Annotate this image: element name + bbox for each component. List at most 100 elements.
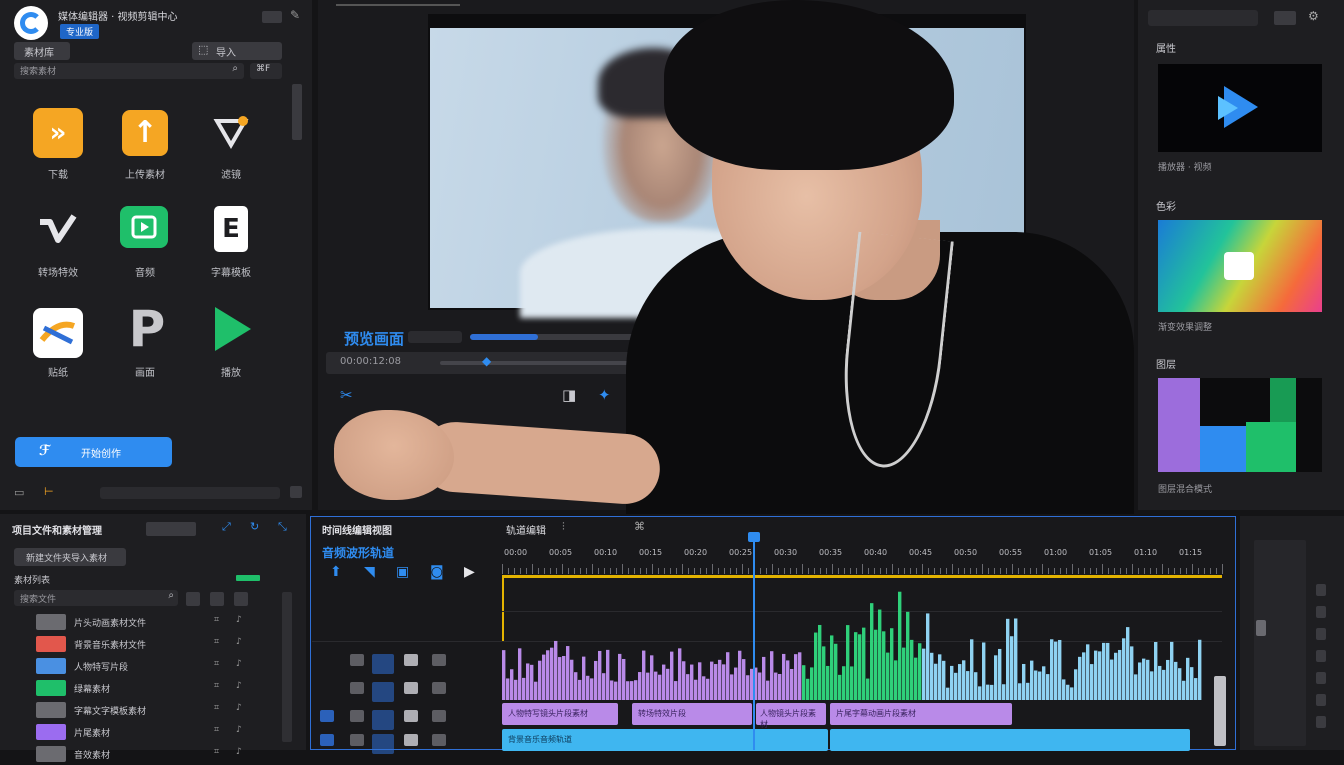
file-audio-icon[interactable]: ♪: [236, 703, 242, 713]
file-view-list-icon[interactable]: [186, 592, 200, 606]
meter-control-icon[interactable]: [1316, 628, 1326, 640]
file-audio-icon[interactable]: ♪: [236, 681, 242, 691]
file-link-icon[interactable]: ⌗: [214, 703, 219, 713]
grid-view-icon[interactable]: [290, 486, 302, 498]
track-visibility-icon[interactable]: [320, 710, 334, 722]
file-list-item[interactable]: 背景音乐素材文件 ⌗ ♪: [14, 635, 276, 655]
project-split-icon[interactable]: ⤢: [222, 520, 231, 534]
playback-tile[interactable]: [206, 304, 256, 354]
filter-tile[interactable]: [206, 108, 256, 158]
file-link-icon[interactable]: ⌗: [214, 725, 219, 735]
track-target-icon[interactable]: [372, 710, 394, 730]
marker-icon[interactable]: ⫶: [562, 520, 565, 534]
file-link-icon[interactable]: ⌗: [214, 747, 219, 757]
file-link-icon[interactable]: ⌗: [214, 659, 219, 669]
library-scrollbar[interactable]: [292, 84, 302, 140]
file-link-icon[interactable]: ⌗: [214, 615, 219, 625]
clip-purple-3[interactable]: 人物镜头片段素材: [756, 703, 826, 729]
grid-icon[interactable]: [1274, 11, 1296, 25]
minimize-icon[interactable]: [262, 11, 282, 23]
search-shortcut[interactable]: ⌘F: [250, 63, 282, 79]
file-list-item[interactable]: 字幕文字模板素材 ⌗ ♪: [14, 701, 276, 721]
file-audio-icon[interactable]: ♪: [236, 747, 242, 757]
file-audio-icon[interactable]: ♪: [236, 637, 242, 647]
file-list-item[interactable]: 人物特写片段 ⌗ ♪: [14, 657, 276, 677]
track-visibility-icon[interactable]: [320, 734, 334, 746]
track-solo-icon[interactable]: [432, 734, 446, 746]
tl-play-icon[interactable]: ▶: [464, 564, 475, 580]
meter-control-icon[interactable]: [1316, 606, 1326, 618]
folder-icon[interactable]: ▭: [14, 486, 24, 499]
start-create-button[interactable]: ℱ 开始创作: [15, 437, 172, 467]
track-mute-icon[interactable]: [404, 734, 418, 746]
track-mute-icon[interactable]: [404, 710, 418, 722]
meter-control-icon[interactable]: [1316, 716, 1326, 728]
clip-blue-1[interactable]: 背景音乐音频轨道: [502, 729, 828, 751]
sticker-tile[interactable]: [33, 308, 83, 358]
library-tab[interactable]: 素材库: [14, 42, 70, 60]
track-lock-icon[interactable]: [350, 654, 364, 666]
file-audio-icon[interactable]: ♪: [236, 659, 242, 669]
canvas-tile[interactable]: P: [122, 304, 172, 354]
clip-purple-2[interactable]: 转场特效片段: [632, 703, 752, 725]
playhead-marker-icon[interactable]: ◆: [482, 354, 491, 368]
track-visibility-icon[interactable]: [320, 682, 334, 694]
new-folder-button[interactable]: 新建文件夹导入素材: [14, 548, 126, 566]
track-mute-icon[interactable]: [404, 654, 418, 666]
clip-purple-1[interactable]: 人物特写镜头片段素材: [502, 703, 618, 725]
track-lock-icon[interactable]: [350, 710, 364, 722]
project-refresh-icon[interactable]: ↻: [250, 520, 259, 533]
right-settings-icon[interactable]: ⚙: [1308, 9, 1319, 23]
card-video-thumbnail[interactable]: [1158, 64, 1322, 152]
library-search-input[interactable]: 搜索素材 ⌕: [14, 63, 244, 79]
file-view-grid-icon[interactable]: [210, 592, 224, 606]
track-solo-icon[interactable]: [432, 710, 446, 722]
track-target-icon[interactable]: [372, 682, 394, 702]
tl-marker-icon[interactable]: ◥: [364, 564, 375, 580]
track-visibility-icon[interactable]: [320, 654, 334, 666]
file-audio-icon[interactable]: ♪: [236, 615, 242, 625]
meter-control-icon[interactable]: [1316, 672, 1326, 684]
tl-snap-icon[interactable]: ▣: [396, 564, 409, 580]
file-list-item[interactable]: 片头动画素材文件 ⌗ ♪: [14, 613, 276, 633]
meter-control-icon[interactable]: [1316, 694, 1326, 706]
track-lock-icon[interactable]: [350, 734, 364, 746]
track-lock-icon[interactable]: [350, 682, 364, 694]
file-search-input[interactable]: 搜索文件 ⌕: [14, 590, 178, 606]
card-layer-thumbnail[interactable]: [1158, 378, 1322, 472]
project-expand-icon[interactable]: ⤡: [278, 520, 287, 534]
file-list-item[interactable]: 音效素材 ⌗ ♪: [14, 745, 276, 765]
meter-control-icon[interactable]: [1316, 650, 1326, 662]
track-solo-icon[interactable]: [432, 682, 446, 694]
file-list-item[interactable]: 片尾素材 ⌗ ♪: [14, 723, 276, 743]
audio-tile[interactable]: [120, 206, 168, 248]
project-tool-1[interactable]: [146, 522, 196, 536]
tl-select-icon[interactable]: ⬆: [330, 564, 342, 580]
file-audio-icon[interactable]: ♪: [236, 725, 242, 735]
track-target-icon[interactable]: [372, 734, 394, 754]
magic-icon[interactable]: ✦: [598, 386, 611, 404]
app-logo[interactable]: [14, 6, 48, 40]
clip-purple-4[interactable]: 片尾字幕动画片段素材: [830, 703, 1012, 725]
import-button[interactable]: ⬚ 导入: [192, 42, 282, 60]
meter-control-icon[interactable]: [1316, 584, 1326, 596]
meter-knob[interactable]: [1256, 620, 1266, 636]
file-view-sort-icon[interactable]: [234, 592, 248, 606]
upload-tile[interactable]: ↑: [122, 110, 168, 156]
playhead-handle[interactable]: [748, 532, 760, 542]
blade-icon[interactable]: ✂: [340, 386, 353, 404]
file-list-item[interactable]: 绿幕素材 ⌗ ♪: [14, 679, 276, 699]
transition-tile[interactable]: [33, 205, 83, 255]
tag-icon[interactable]: ⊢: [44, 485, 54, 498]
file-link-icon[interactable]: ⌗: [214, 637, 219, 647]
tl-camera-icon[interactable]: ◙: [430, 564, 444, 580]
playhead-line[interactable]: [753, 538, 755, 750]
clip-blue-2[interactable]: [830, 729, 1190, 751]
link-icon[interactable]: ⌘: [634, 520, 645, 533]
pin-icon[interactable]: ✎: [290, 8, 300, 22]
track-target-icon[interactable]: [372, 654, 394, 674]
file-link-icon[interactable]: ⌗: [214, 681, 219, 691]
track-mute-icon[interactable]: [404, 682, 418, 694]
mark-in-icon[interactable]: ◨: [562, 386, 576, 404]
subtitle-tile[interactable]: E: [214, 206, 248, 252]
